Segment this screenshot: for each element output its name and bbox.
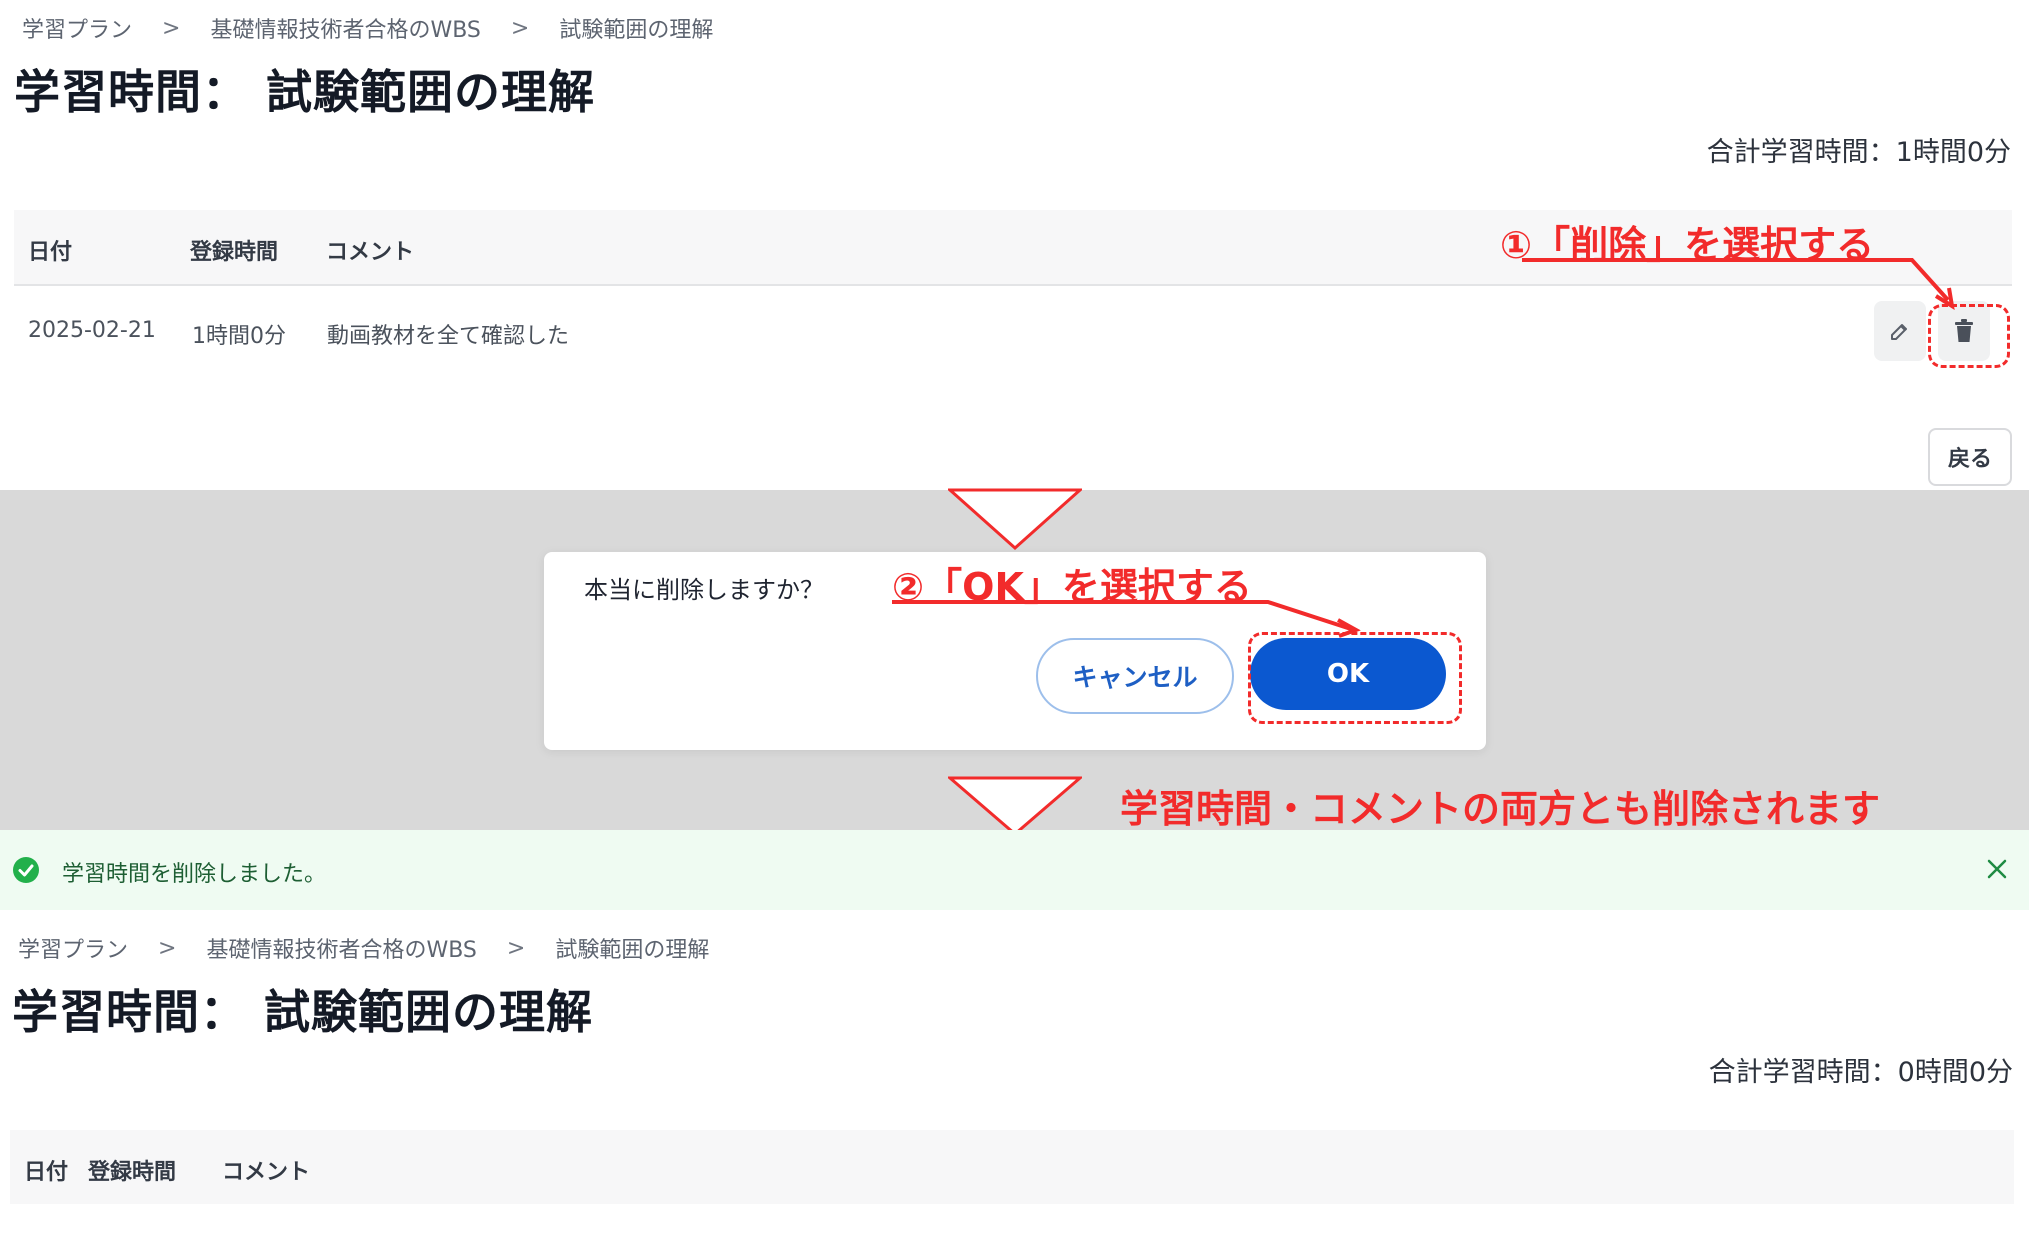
column-header-comment: コメント — [326, 240, 415, 265]
flow-arrow-down-icon — [948, 488, 1082, 551]
cancel-button[interactable]: キャンセル — [1036, 638, 1234, 714]
breadcrumb-separator: > — [506, 935, 526, 961]
breadcrumb-item-wbs[interactable]: 基礎情報技術者合格のWBS — [206, 932, 476, 964]
breadcrumb-item-current: 試験範囲の理解 — [555, 938, 710, 963]
page-title: 学習時間： 試験範囲の理解 — [14, 65, 596, 119]
page-title: 学習時間： 試験範囲の理解 — [12, 985, 594, 1039]
pencil-icon — [1891, 324, 1907, 340]
breadcrumb-item-current: 試験範囲の理解 — [559, 18, 714, 43]
breadcrumb: 学習プラン > 基礎情報技術者合格のWBS > 試験範囲の理解 — [18, 932, 709, 964]
total-study-time: 合計学習時間：1時間0分 — [1706, 137, 2011, 168]
row-date: 2025-02-21 — [28, 318, 156, 343]
breadcrumb-item-plan[interactable]: 学習プラン — [18, 932, 128, 964]
flow-arrow-down-icon — [948, 776, 1082, 832]
check-circle-icon — [13, 857, 39, 883]
column-header-time: 登録時間 — [190, 240, 279, 265]
back-button[interactable]: 戻る — [1928, 428, 2012, 486]
annotation-highlight-delete — [1928, 304, 2010, 368]
row-comment: 動画教材を全て確認した — [327, 324, 570, 349]
row-time: 1時間0分 — [192, 324, 286, 349]
breadcrumb-separator: > — [510, 15, 530, 41]
column-header-date: 日付 — [28, 240, 73, 265]
column-header-comment: コメント — [222, 1160, 311, 1185]
breadcrumb-item-wbs[interactable]: 基礎情報技術者合格のWBS — [210, 12, 480, 44]
annotation-arrow-1 — [1522, 258, 1955, 310]
close-icon[interactable] — [1986, 858, 2008, 880]
dialog-message: 本当に削除しますか？ — [584, 576, 824, 604]
column-header-time: 登録時間 — [88, 1160, 177, 1185]
table-header: 日付 登録時間 コメント — [10, 1130, 2014, 1204]
edit-button[interactable] — [1874, 301, 1926, 361]
breadcrumb-separator: > — [158, 935, 177, 961]
breadcrumb: 学習プラン > 基礎情報技術者合格のWBS > 試験範囲の理解 — [22, 12, 713, 44]
breadcrumb-separator: > — [162, 15, 181, 41]
annotation-result: 学習時間・コメントの両方とも削除されます — [1120, 787, 1881, 831]
success-toast: 学習時間を削除しました。 — [0, 830, 2029, 910]
column-header-date: 日付 — [24, 1160, 69, 1185]
toast-message: 学習時間を削除しました。 — [62, 862, 327, 887]
total-study-time: 合計学習時間：0時間0分 — [1708, 1057, 2013, 1088]
breadcrumb-item-plan[interactable]: 学習プラン — [22, 12, 132, 44]
annotation-highlight-ok — [1248, 632, 1462, 724]
